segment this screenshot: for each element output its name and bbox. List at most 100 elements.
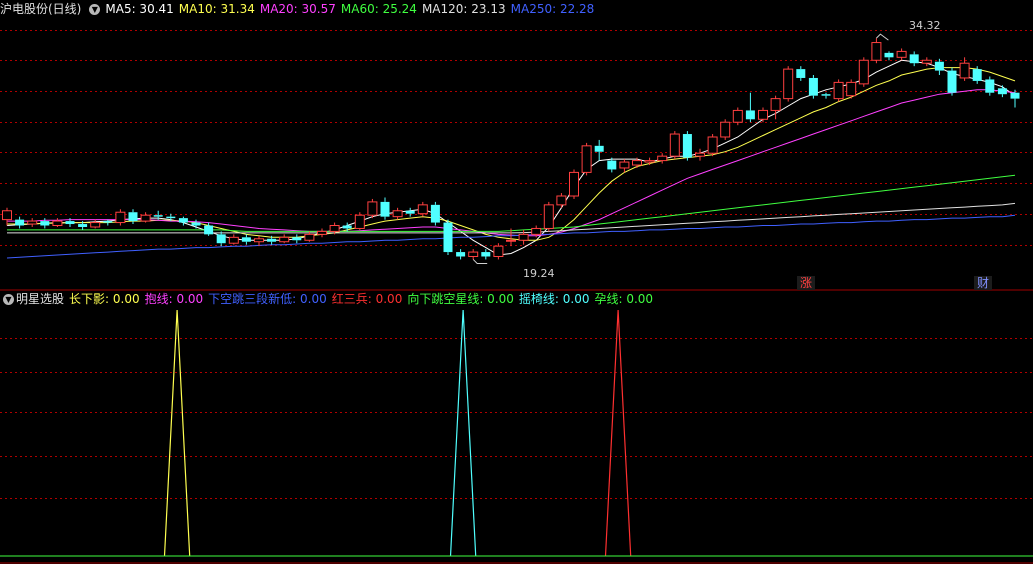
candle-body [506, 239, 516, 242]
chart-canvas [0, 30, 1033, 564]
candle [456, 249, 466, 260]
stock-title: 沪电股份(日线) [0, 2, 82, 16]
candle-body [493, 245, 504, 257]
main-header: 沪电股份(日线) ▼ MA5: 30.41 MA10: 31.34 MA20: 30… [0, 0, 604, 18]
indicator-legend-item: 下空跳三段新低: 0.00 [208, 292, 327, 306]
candle-body [607, 160, 617, 170]
candle-body [821, 94, 831, 96]
candle-body [317, 230, 327, 235]
candles [2, 38, 1020, 260]
candle-body [267, 238, 277, 242]
candle [380, 197, 390, 220]
candle [90, 219, 101, 229]
indicator-legend-item: 长下影: 0.00 [69, 292, 140, 306]
collapse-icon[interactable]: ▼ [89, 3, 101, 15]
candle-body [695, 152, 705, 157]
candle [241, 234, 251, 245]
candle [27, 218, 38, 227]
candle-body [921, 59, 932, 64]
candle-body [720, 121, 731, 138]
indicator-spike [449, 309, 477, 557]
candle-body [833, 81, 844, 100]
candle-body [241, 237, 251, 242]
candle [543, 201, 554, 232]
candle-body [65, 221, 75, 225]
candle-body [644, 160, 655, 163]
candle-body [594, 145, 604, 152]
ma-legend-item: MA60: 25.24 [340, 2, 417, 16]
candle-body [15, 219, 25, 226]
main-grid [0, 30, 1033, 246]
candle-body [304, 233, 315, 241]
candle-body [632, 160, 642, 166]
candle [367, 198, 378, 219]
candle-body [204, 225, 214, 235]
indicator-legend: 长下影: 0.00 抱线: 0.00 下空跳三段新低: 0.00 红三兵: 0.00 向… [69, 290, 658, 308]
tag-zhang[interactable]: 涨 [797, 276, 816, 290]
indicator-spike [604, 309, 632, 557]
candle [997, 85, 1007, 98]
candle-body [619, 161, 630, 169]
candle-body [707, 136, 718, 154]
indicator-legend-item: 摇椅线: 0.00 [518, 292, 590, 306]
candle-body [669, 133, 680, 157]
candle [934, 58, 944, 76]
ma-legend: MA5: 30.41 MA10: 31.34 MA20: 30.57 MA60: 25… [105, 0, 599, 18]
candle [921, 57, 932, 67]
candle [292, 234, 302, 244]
candle-body [732, 109, 743, 123]
indicator-grid [0, 338, 1033, 499]
candle-body [884, 52, 894, 58]
candle-body [367, 201, 378, 216]
candle [279, 234, 290, 244]
candle-body [808, 77, 818, 96]
candle-body [128, 212, 138, 222]
candle-body [140, 214, 151, 222]
candle [985, 76, 995, 96]
candle [216, 231, 226, 247]
candle [896, 48, 907, 61]
candle [796, 66, 806, 81]
ma-legend-item: MA120: 23.13 [421, 2, 506, 16]
candle-body [90, 222, 101, 228]
candle-body [1010, 92, 1020, 99]
low-price-label: 19.24 [523, 267, 555, 280]
candle-body [2, 210, 12, 221]
candle-body [569, 171, 579, 197]
candle [871, 38, 882, 64]
candle [228, 234, 239, 245]
candle-body [254, 238, 264, 243]
candle [846, 79, 857, 99]
tag-cai[interactable]: 财 [974, 276, 993, 290]
candle [115, 209, 126, 226]
candle-body [115, 211, 126, 224]
candle-body [947, 70, 957, 93]
low-marker [472, 259, 488, 264]
candle-body [468, 251, 479, 257]
candle [468, 249, 479, 260]
candle [140, 212, 151, 223]
ma-lines [6, 59, 1016, 259]
candle [430, 201, 440, 226]
candle [682, 131, 692, 161]
candle-body [342, 225, 352, 229]
candle-body [191, 222, 201, 226]
candle [128, 209, 138, 225]
candle-body [228, 236, 239, 244]
candle-body [78, 224, 88, 227]
ma-legend-item: MA20: 30.57 [259, 2, 336, 16]
candle-body [531, 227, 542, 235]
collapse-icon[interactable]: ▼ [3, 293, 14, 305]
indicator-legend-item: 孕线: 0.00 [594, 292, 654, 306]
candle-body [380, 201, 390, 217]
candle-body [909, 54, 919, 64]
candle [909, 51, 919, 67]
candle [254, 235, 264, 247]
candle-body [758, 109, 768, 120]
ma-legend-item: MA5: 30.41 [105, 2, 174, 16]
candle [884, 51, 894, 61]
candle-body [858, 59, 869, 85]
ma-legend-item: MA250: 22.28 [510, 2, 595, 16]
candle [783, 66, 794, 102]
candle-body [934, 61, 944, 71]
